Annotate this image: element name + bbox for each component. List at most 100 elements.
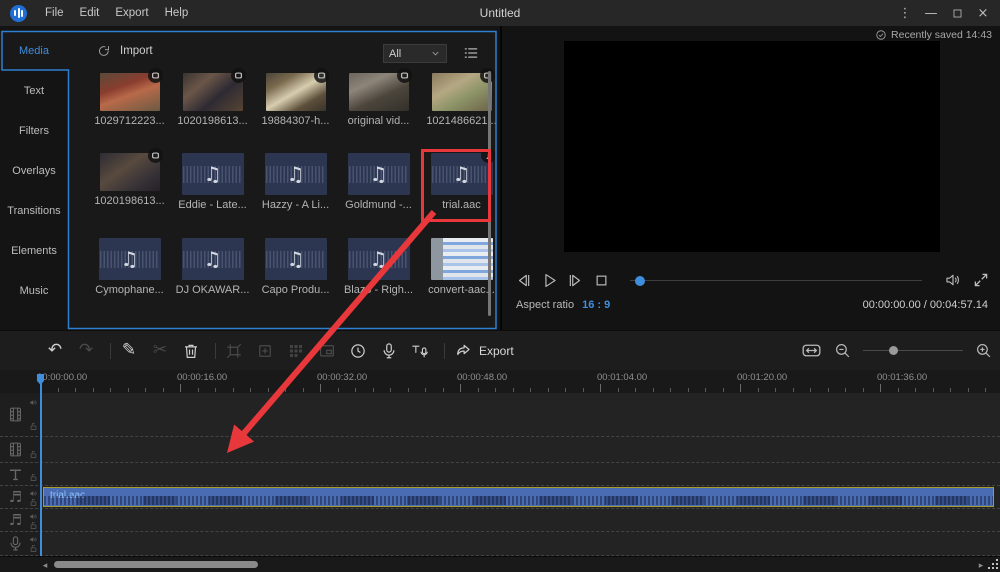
- menu-bar: FileEditExportHelp: [37, 0, 196, 26]
- scroll-right-button[interactable]: ▸: [976, 558, 986, 572]
- zoom-in-button[interactable]: [975, 342, 992, 359]
- media-item-7[interactable]: ♫Hazzy - A Li...: [254, 153, 337, 238]
- audio-track-1-header: ♬: [0, 486, 42, 508]
- media-panel-scrollbar[interactable]: [488, 71, 491, 316]
- video-badge-icon: [397, 68, 412, 83]
- media-filter-dropdown[interactable]: All: [383, 44, 447, 63]
- seek-bar-handle[interactable]: [635, 276, 645, 286]
- menu-file[interactable]: File: [37, 0, 72, 26]
- close-button[interactable]: ×: [970, 0, 996, 26]
- import-button[interactable]: Import: [96, 44, 153, 59]
- maximize-button[interactable]: [944, 0, 970, 26]
- audio-track-2: ♬: [0, 509, 1000, 532]
- music-note-icon: ♫: [348, 153, 410, 195]
- list-view-button[interactable]: [462, 44, 480, 62]
- media-item-12[interactable]: ♫Capo Produ...: [254, 238, 337, 323]
- preview-canvas: [564, 41, 940, 252]
- music-note-icon: ♫: [348, 238, 410, 280]
- play-button[interactable]: [540, 271, 559, 290]
- text-to-speech-button[interactable]: [411, 342, 429, 360]
- ruler-tick: [180, 384, 181, 392]
- media-item-13[interactable]: ♫Blazo - Righ...: [337, 238, 420, 323]
- split-icon: ✂: [151, 342, 169, 360]
- zoom-out-button[interactable]: [834, 342, 851, 359]
- video-badge-icon: [148, 148, 163, 163]
- text-track-lane: [42, 463, 1000, 485]
- delete-button[interactable]: [182, 342, 200, 360]
- stop-button[interactable]: [592, 271, 611, 290]
- fullscreen-button[interactable]: [972, 271, 990, 289]
- sidebar-tab-filters[interactable]: Filters: [0, 111, 68, 151]
- playhead[interactable]: [40, 374, 42, 556]
- timeline-ruler[interactable]: 00:00:00.0000:00:16.0000:00:32.0000:00:4…: [0, 370, 1000, 393]
- media-item-2[interactable]: 19884307-h...: [254, 73, 337, 153]
- ruler-tick: [110, 388, 111, 392]
- menu-edit[interactable]: Edit: [72, 0, 108, 26]
- seek-bar[interactable]: [630, 271, 922, 290]
- video-track-2-controls: [29, 440, 38, 459]
- media-item-11[interactable]: ♫DJ OKAWAR...: [171, 238, 254, 323]
- sidebar-tabs: MediaTextFiltersOverlaysTransitionsEleme…: [0, 31, 68, 330]
- aspect-ratio-value[interactable]: 16 : 9: [582, 299, 610, 311]
- more-options-button[interactable]: ⋮: [892, 0, 918, 26]
- zoom-slider[interactable]: [863, 342, 963, 358]
- edit-button[interactable]: ✎: [120, 342, 138, 360]
- media-filter-value: All: [389, 48, 430, 60]
- mosaic-icon: [287, 342, 305, 360]
- toolbar-divider: [215, 343, 216, 359]
- media-item-10[interactable]: ♫Cymophane...: [88, 238, 171, 323]
- ruler-tick: [355, 388, 356, 392]
- sidebar-tab-transitions[interactable]: Transitions: [0, 191, 68, 231]
- ruler-tick: [793, 388, 794, 392]
- media-item-0[interactable]: 1029712223...: [88, 73, 171, 153]
- duration-button[interactable]: [349, 342, 367, 360]
- transport-buttons: [514, 271, 618, 290]
- media-grid: 1029712223...1020198613...19884307-h...o…: [88, 73, 503, 323]
- sidebar-tab-elements[interactable]: Elements: [0, 231, 68, 271]
- volume-button[interactable]: [944, 271, 962, 289]
- ruler-tick: [653, 388, 654, 392]
- lock-icon: [29, 498, 38, 507]
- sidebar-tab-text[interactable]: Text: [0, 71, 68, 111]
- media-item-1[interactable]: 1020198613...: [171, 73, 254, 153]
- video-thumbnail: [349, 73, 409, 111]
- voiceover-button[interactable]: [380, 342, 398, 360]
- media-item-5[interactable]: 1020198613...: [88, 153, 171, 238]
- ruler-tick: [303, 388, 304, 392]
- sidebar-tab-music[interactable]: Music: [0, 271, 68, 311]
- step-forward-button[interactable]: [566, 271, 585, 290]
- menu-export[interactable]: Export: [107, 0, 156, 26]
- media-item-label: 1020198613...: [88, 195, 171, 207]
- video-track-1: [0, 393, 1000, 437]
- lock-icon: [29, 473, 38, 482]
- resize-grip-icon[interactable]: [987, 559, 999, 571]
- media-item-6[interactable]: ♫Eddie - Late...: [171, 153, 254, 238]
- media-item-3[interactable]: original vid...: [337, 73, 420, 153]
- media-item-label: 1029712223...: [88, 115, 171, 127]
- redo-button: ↷: [77, 342, 95, 360]
- mic-icon: [7, 535, 24, 552]
- scroll-left-button[interactable]: ◂: [40, 558, 50, 572]
- seek-bar-track: [630, 280, 922, 282]
- undo-button[interactable]: ↶: [46, 342, 64, 360]
- export-button[interactable]: Export: [454, 342, 514, 360]
- clip-label: trial.aac: [50, 490, 85, 501]
- timeline-clip[interactable]: trial.aac: [43, 487, 994, 507]
- lock-icon: [29, 450, 38, 459]
- fit-to-timeline-button[interactable]: [801, 340, 822, 361]
- ruler-tick: [583, 388, 584, 392]
- toolbar-divider: [444, 343, 445, 359]
- sidebar-tab-overlays[interactable]: Overlays: [0, 151, 68, 191]
- video-badge-icon: [231, 68, 246, 83]
- timecode-display: 00:00:00.00 / 00:04:57.14: [863, 299, 988, 311]
- zoom-slider-handle[interactable]: [889, 346, 898, 355]
- scrollbar-thumb[interactable]: [54, 561, 258, 568]
- music-note-icon: ♫: [265, 153, 327, 195]
- media-item-8[interactable]: ♫Goldmund -...: [337, 153, 420, 238]
- ruler-tick: [880, 384, 881, 392]
- sidebar-tab-media[interactable]: Media: [0, 31, 68, 71]
- ruler-tick: [635, 388, 636, 392]
- minimize-button[interactable]: —: [918, 0, 944, 26]
- step-back-button[interactable]: [514, 271, 533, 290]
- menu-help[interactable]: Help: [157, 0, 197, 26]
